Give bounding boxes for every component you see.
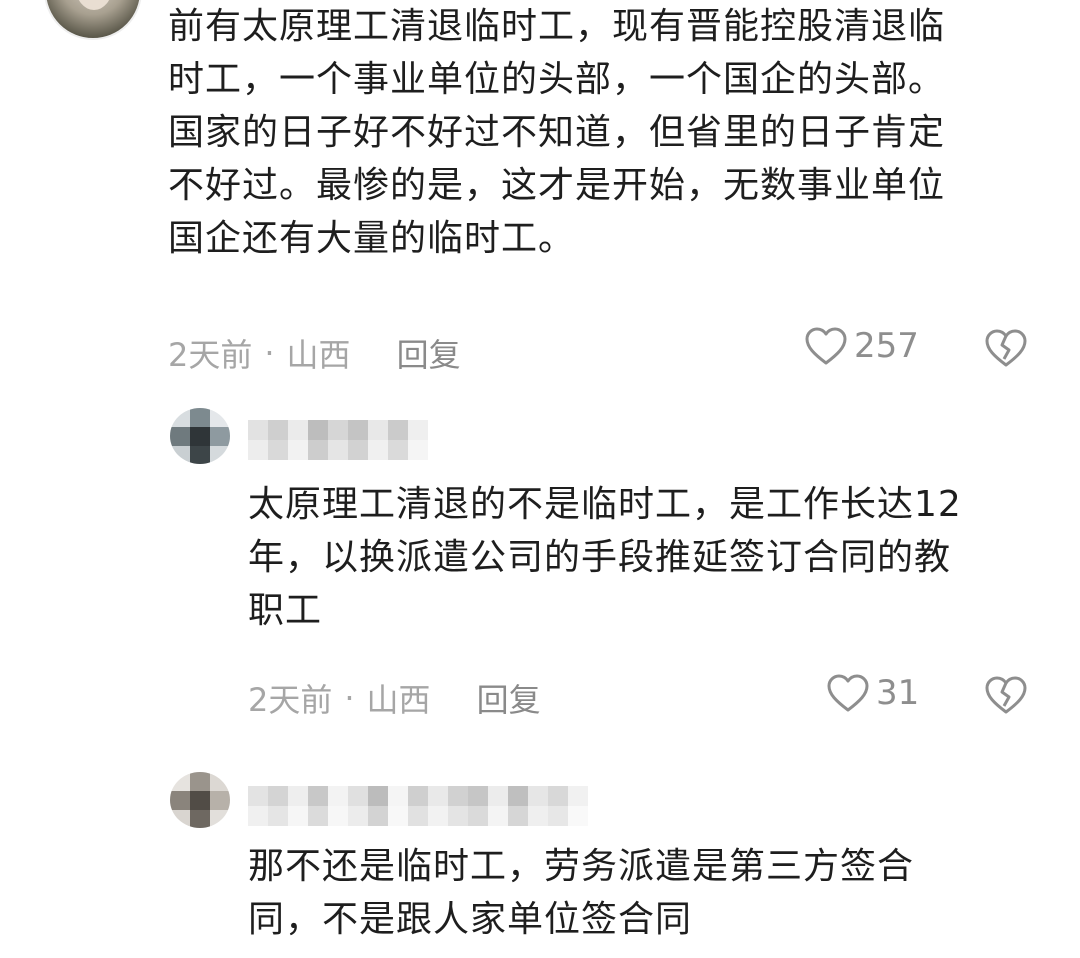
dislike-button[interactable]	[984, 675, 1028, 719]
like-button[interactable]: 257	[804, 326, 919, 366]
reply-button[interactable]: 回复	[397, 330, 461, 376]
broken-heart-icon	[985, 329, 1027, 367]
heart-outline-icon	[805, 327, 847, 365]
commenter-avatar[interactable]	[44, 0, 142, 40]
dislike-button[interactable]	[984, 328, 1028, 372]
reply-username-blurred[interactable]	[248, 420, 428, 460]
heart-outline-icon	[827, 674, 869, 712]
reply-avatar[interactable]	[170, 408, 230, 464]
reply-time: 2天前	[248, 681, 333, 719]
reply-meta: 2天前 · 山西 回复	[248, 675, 541, 721]
like-count: 257	[854, 326, 919, 366]
broken-heart-icon	[985, 676, 1027, 714]
reply-button[interactable]: 回复	[477, 675, 541, 721]
comment-text: 前有太原理工清退临时工，现有晋能控股清退临 时工，一个事业单位的头部，一个国企的…	[168, 6, 946, 259]
reply-location: 山西	[366, 681, 431, 719]
avatar-face	[76, 0, 112, 10]
comment-location: 山西	[286, 336, 351, 374]
reply-avatar[interactable]	[170, 772, 230, 828]
meta-separator: ·	[264, 334, 275, 372]
like-count: 31	[876, 673, 920, 713]
comment-meta: 2天前 · 山西 回复	[168, 330, 461, 376]
reply-text: 太原理工清退的不是临时工，是工作长达12 年，以换派遣公司的手段推延签订合同的教…	[248, 484, 962, 631]
reply-text: 那不还是临时工，劳务派遣是第三方签合 同，不是跟人家单位签合同	[248, 846, 915, 940]
comment-time: 2天前	[168, 336, 253, 374]
like-button[interactable]: 31	[826, 673, 919, 713]
reply-username-blurred[interactable]	[248, 786, 588, 826]
meta-separator: ·	[344, 679, 355, 717]
